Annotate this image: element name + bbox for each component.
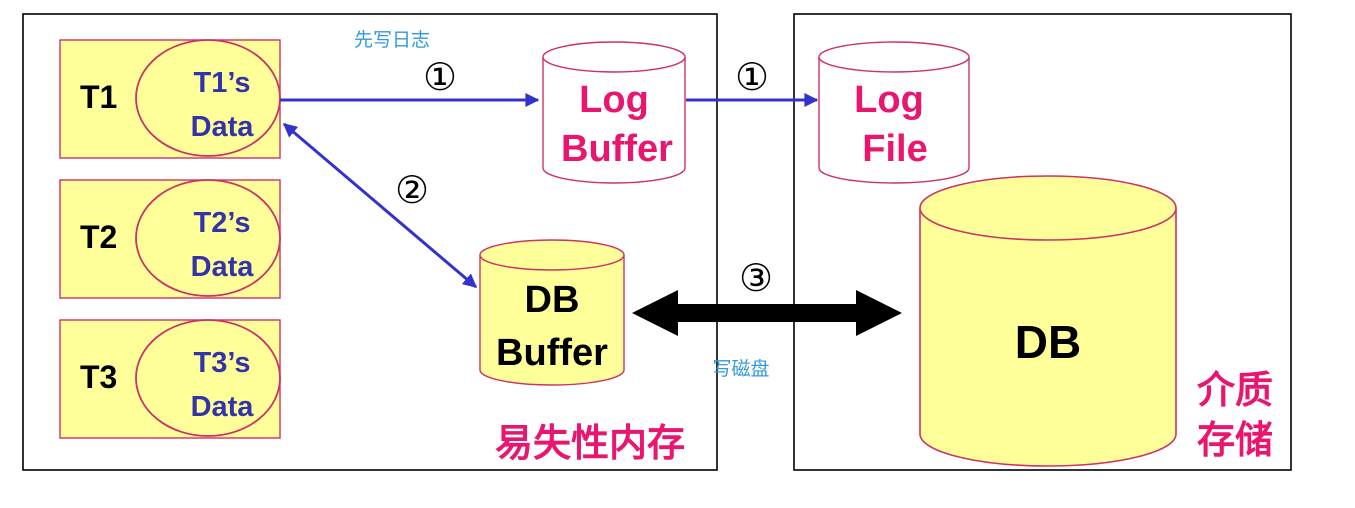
log-file-cylinder: Log File [818, 41, 970, 184]
db-buffer-label-line1: DB [525, 279, 580, 321]
transaction-label-t1: T1 [80, 79, 117, 115]
arrow-step2-data-db-buffer [282, 122, 478, 289]
db-buffer-cylinder: DB Buffer [479, 239, 625, 386]
step-1-label: ① [423, 55, 457, 99]
storage-medium-label-line1: 介质 [1197, 368, 1273, 412]
transaction-label-t3: T3 [80, 359, 117, 395]
diagram-canvas: T1 T1’s Data T2 T2’s Data T3 T3’s Data L… [0, 0, 1355, 508]
transaction-data-t2-line1: T2’s [194, 207, 251, 239]
transaction-data-t3-line1: T3’s [194, 347, 251, 379]
volatile-memory-label: 易失性内存 [495, 421, 685, 465]
transaction-data-t3-line2: Data [191, 391, 255, 423]
annotation-write-disk: 写磁盘 [712, 358, 769, 380]
transaction-data-t2-line2: Data [191, 251, 255, 283]
transaction-t1: T1 T1’s Data [59, 39, 281, 159]
step-3-label: ③ [739, 256, 773, 300]
log-file-label-line2: File [862, 128, 927, 170]
transaction-t3: T3 T3’s Data [59, 319, 281, 439]
db-cylinder: DB [919, 175, 1177, 467]
storage-medium-label-line2: 存储 [1197, 418, 1273, 462]
transaction-label-t2: T2 [80, 219, 117, 255]
wal-diagram: T1 T1’s Data T2 T2’s Data T3 T3’s Data L… [22, 13, 1292, 471]
step-1-label-second: ① [735, 55, 769, 99]
log-buffer-label-line2: Buffer [561, 128, 673, 170]
log-file-label-line1: Log [854, 79, 924, 121]
transaction-t2: T2 T2’s Data [59, 179, 281, 299]
log-buffer-label-line1: Log [579, 79, 649, 121]
transaction-data-t1-line1: T1’s [194, 67, 251, 99]
transaction-data-t1-line2: Data [191, 111, 255, 143]
log-buffer-cylinder: Log Buffer [542, 41, 686, 184]
step-2-label: ② [395, 168, 429, 212]
db-buffer-label-line2: Buffer [496, 332, 608, 374]
annotation-write-log-first: 先写日志 [354, 29, 430, 51]
db-label: DB [1015, 316, 1081, 368]
